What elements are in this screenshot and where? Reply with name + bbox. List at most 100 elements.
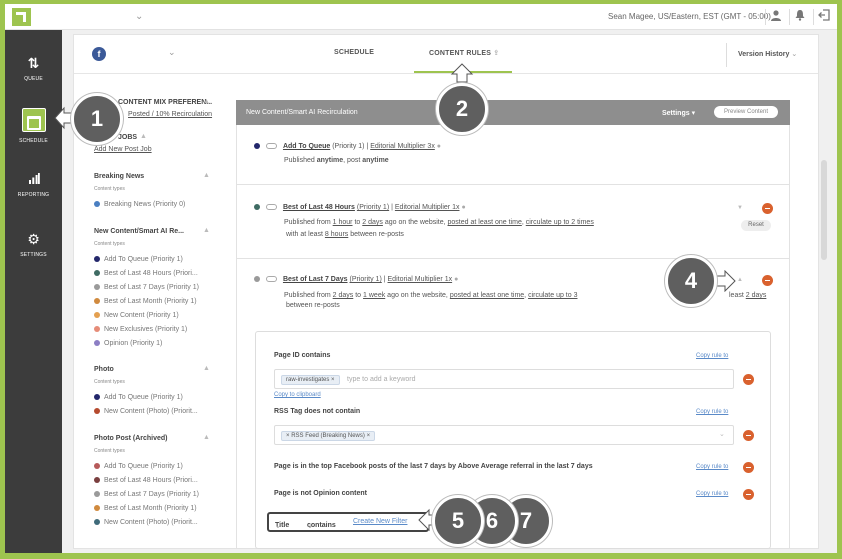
copy-rule-link[interactable]: Copy rule to [696, 353, 728, 359]
chevron-down-icon[interactable]: ⌄ [135, 11, 143, 22]
list-item-label: Best of Last Month (Priority 1) [104, 505, 197, 512]
scrollbar[interactable] [821, 160, 827, 260]
app-logo[interactable] [12, 8, 31, 26]
color-dot [94, 284, 100, 291]
rule-value[interactable]: posted at least one time [450, 292, 524, 299]
settings-dropdown[interactable]: Settings ▾ [662, 109, 695, 117]
caret-down-icon[interactable]: ▼ [737, 205, 743, 211]
version-history-label: Version History [738, 51, 790, 58]
caret-up-icon[interactable]: ▲ [140, 133, 147, 140]
copy-rule-link[interactable]: Copy rule to [696, 409, 728, 415]
sidebar-item-reporting[interactable]: REPORTING [5, 170, 62, 198]
add-post-job-link[interactable]: Add New Post Job [94, 146, 152, 153]
rule-text: with at least [286, 231, 323, 238]
bell-icon[interactable] [793, 9, 807, 23]
list-item[interactable]: Add To Queue (Priority 1) [94, 256, 183, 263]
remove-filter-button[interactable] [743, 489, 754, 500]
reset-button[interactable]: Reset [741, 220, 771, 231]
sidebar-item-label: REPORTING [17, 192, 50, 198]
editorial-multiplier[interactable]: Editorial Multiplier 1x [388, 276, 453, 283]
user-timezone: Sean Magee, US/Eastern, EST (GMT - 05:00… [608, 12, 771, 21]
editorial-multiplier[interactable]: Editorial Multiplier 1x [395, 204, 460, 211]
rule-priority[interactable]: (Priority 1) [357, 204, 389, 211]
divider [813, 9, 814, 25]
list-item[interactable]: Best of Last 48 Hours (Priori... [94, 477, 198, 484]
caret-up-icon[interactable]: ▲ [203, 365, 210, 372]
rule-value[interactable]: circulate up to 3 [528, 292, 577, 299]
link-icon [266, 204, 277, 211]
list-item[interactable]: Add To Queue (Priority 1) [94, 463, 183, 470]
sidebar-item-queue[interactable]: ⇅ QUEUE [5, 54, 62, 82]
copy-rule-link[interactable]: Copy rule to [696, 491, 728, 497]
remove-rule-button[interactable] [762, 275, 773, 286]
close-icon[interactable]: × [367, 433, 371, 439]
remove-filter-button[interactable] [743, 374, 754, 385]
rule-value[interactable]: circulate up to 2 times [526, 219, 594, 226]
remove-filter-button[interactable] [743, 462, 754, 473]
chevron-down-icon[interactable]: ⌄ [168, 47, 176, 58]
tab-content-rules[interactable]: CONTENT RULES ⇪ [429, 49, 499, 57]
rule-value[interactable]: posted at least one time [448, 219, 522, 226]
keyword-tag[interactable]: raw-investigates × [281, 375, 340, 385]
list-item-label: Opinion (Priority 1) [104, 340, 163, 347]
rule-value[interactable]: 2 days [333, 292, 354, 299]
rule-description: Published from 1 hour to 2 days ago on t… [284, 219, 594, 226]
caret-up-icon[interactable]: ▲ [203, 434, 210, 441]
caret-up-icon[interactable]: ▲ [737, 277, 743, 283]
sort-arrows-icon: ⇅ [27, 55, 40, 71]
content-types-label: Content types [94, 241, 125, 247]
list-item[interactable]: New Content (Photo) (Priorit... [94, 408, 198, 415]
version-history-dropdown[interactable]: Version History ⌄ [738, 50, 797, 58]
content-mix-link[interactable]: Posted / 10% Recirculation [128, 111, 212, 118]
list-item[interactable]: Best of Last 48 Hours (Priori... [94, 270, 198, 277]
close-icon[interactable]: × [286, 433, 290, 439]
chevron-down-icon[interactable]: ⌄ [719, 430, 725, 438]
list-item[interactable]: Breaking News (Priority 0) [94, 201, 185, 208]
sidebar-item-settings[interactable]: ⚙ SETTINGS [5, 230, 62, 258]
remove-rule-button[interactable] [762, 203, 773, 214]
copy-rule-link[interactable]: Copy rule to [696, 464, 728, 470]
rss-tag[interactable]: × RSS Feed (Breaking News) × [281, 431, 376, 441]
jobs-title: JOBS [118, 134, 138, 141]
rule-value[interactable]: 8 hours [325, 231, 348, 238]
preview-content-button[interactable]: Preview Content [714, 106, 778, 118]
rule-title[interactable]: Best of Last 7 Days [283, 276, 348, 283]
list-item[interactable]: New Content (Photo) (Priorit... [94, 519, 198, 526]
rule-text: Published [284, 157, 315, 164]
rss-tag-select[interactable]: × RSS Feed (Breaking News) × ⌄ [274, 425, 734, 445]
rule-value[interactable]: 1 hour [333, 219, 353, 226]
logout-icon[interactable] [817, 9, 831, 23]
list-item[interactable]: Opinion (Priority 1) [94, 340, 162, 347]
list-item[interactable]: Best of Last Month (Priority 1) [94, 298, 197, 305]
list-item[interactable]: New Content (Priority 1) [94, 312, 179, 319]
caret-up-icon[interactable]: ▲ [203, 98, 210, 105]
list-item[interactable]: New Exclusives (Priority 1) [94, 326, 187, 333]
color-dot [94, 298, 100, 305]
user-icon[interactable] [769, 9, 783, 23]
create-new-filter-link[interactable]: Create New Filter [353, 518, 407, 525]
editorial-multiplier[interactable]: Editorial Multiplier 3x [370, 143, 435, 150]
rule-value[interactable]: 1 week [363, 292, 385, 299]
tab-schedule[interactable]: SCHEDULE [334, 49, 374, 56]
divider [74, 73, 818, 74]
rule-priority[interactable]: (Priority 1) [350, 276, 382, 283]
copy-to-clipboard-link[interactable]: Copy to clipboard [274, 392, 321, 398]
list-item[interactable]: Best of Last 7 Days (Priority 1) [94, 491, 199, 498]
remove-filter-button[interactable] [743, 430, 754, 441]
callout-arrow-icon [715, 270, 736, 292]
callout-badge: 4 [665, 255, 717, 307]
caret-up-icon[interactable]: ▲ [203, 172, 210, 179]
rule-title[interactable]: Add To Queue [283, 143, 330, 150]
list-item[interactable]: Best of Last Month (Priority 1) [94, 505, 197, 512]
list-item[interactable]: Best of Last 7 Days (Priority 1) [94, 284, 199, 291]
caret-up-icon[interactable]: ▲ [203, 227, 210, 234]
list-item[interactable]: Add To Queue (Priority 1) [94, 394, 183, 401]
facebook-icon[interactable]: f [92, 47, 106, 61]
pipe-separator: | [391, 204, 393, 211]
color-dot [94, 519, 100, 526]
keyword-input[interactable]: raw-investigates × type to add a keyword [274, 369, 734, 389]
close-icon[interactable]: × [331, 377, 335, 383]
rule-title[interactable]: Best of Last 48 Hours [283, 204, 355, 211]
rule-value[interactable]: 2 days [746, 292, 767, 299]
rule-value[interactable]: 2 days [362, 219, 383, 226]
